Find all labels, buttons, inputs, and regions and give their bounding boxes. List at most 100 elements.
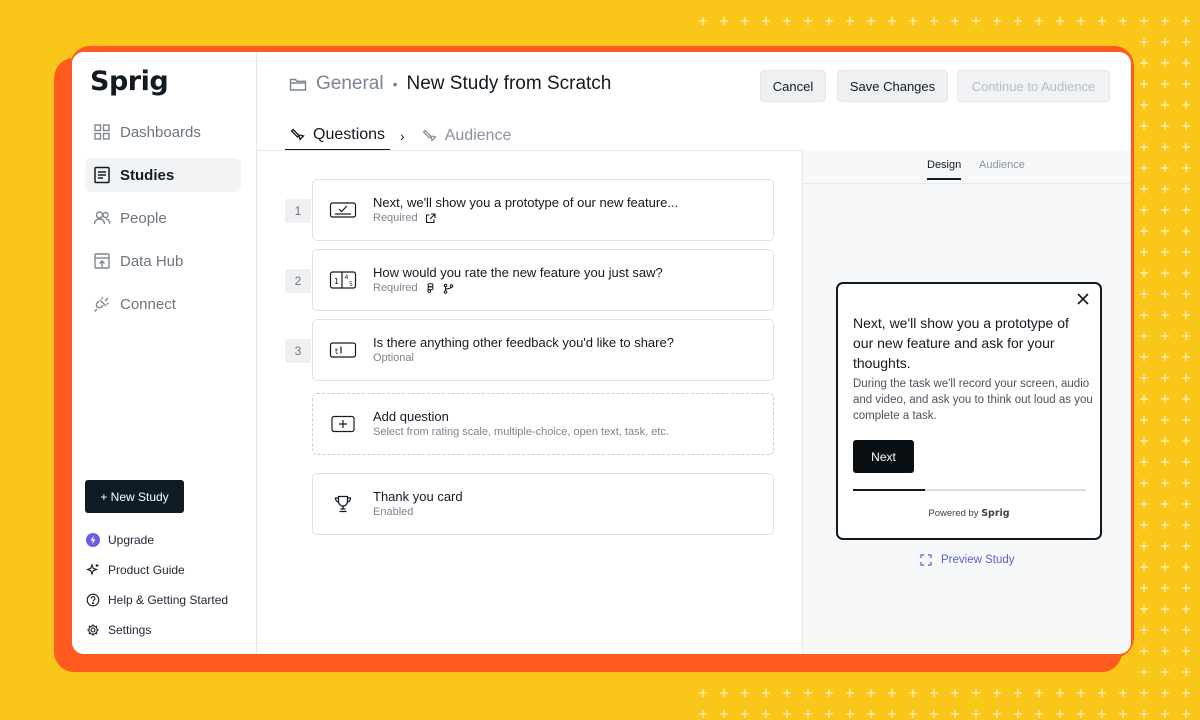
settings-link[interactable]: Settings — [86, 620, 228, 640]
help-link[interactable]: Help & Getting Started — [86, 590, 228, 610]
sidebar-item-connect[interactable]: Connect — [85, 287, 241, 321]
plus-pattern-mark — [1182, 248, 1190, 256]
cancel-button[interactable]: Cancel — [760, 70, 826, 102]
plus-pattern-mark — [1119, 710, 1127, 718]
main-content: General • New Study from Scratch Cancel … — [257, 52, 1131, 654]
plus-pattern-mark — [1119, 17, 1127, 25]
next-button[interactable]: Next — [853, 440, 914, 473]
preview-tabs: Design Audience — [803, 150, 1131, 184]
plus-pattern-mark — [1140, 17, 1148, 25]
plus-pattern-mark — [1077, 17, 1085, 25]
thank-you-subtitle: Enabled — [373, 506, 414, 518]
plus-pattern-mark — [1161, 290, 1169, 298]
tab-design[interactable]: Design — [927, 159, 962, 180]
plus-pattern-mark — [1140, 500, 1148, 508]
plus-pattern-mark — [1056, 710, 1064, 718]
expand-icon — [920, 554, 932, 566]
plus-pattern-mark — [1161, 521, 1169, 529]
sidebar-item-dashboards[interactable]: Dashboards — [85, 115, 241, 149]
plus-pattern-mark — [1161, 17, 1169, 25]
plus-pattern-mark — [1077, 689, 1085, 697]
plus-pattern-mark — [741, 710, 749, 718]
upgrade-link[interactable]: Upgrade — [86, 530, 228, 550]
plus-pattern-mark — [1182, 500, 1190, 508]
plus-pattern-mark — [1161, 185, 1169, 193]
plus-pattern-mark — [888, 17, 896, 25]
plus-pattern-mark — [1140, 395, 1148, 403]
continue-to-audience-button[interactable]: Continue to Audience — [957, 70, 1110, 102]
close-icon[interactable] — [1076, 292, 1090, 306]
preview-panel: Design Audience Next, we'll show you a p… — [802, 150, 1131, 654]
question-row: 2 1 4 5 How would you rate the new featu… — [285, 249, 775, 311]
question-card[interactable]: Next, we'll show you a prototype of our … — [312, 179, 774, 241]
branching-logic-icon — [443, 283, 453, 294]
pencil-icon — [290, 128, 305, 141]
people-icon — [93, 211, 111, 225]
plus-pattern-mark — [1140, 374, 1148, 382]
tab-preview-audience[interactable]: Audience — [979, 159, 1025, 171]
plus-pattern-mark — [1182, 542, 1190, 550]
plus-pattern-mark — [1140, 122, 1148, 130]
plus-pattern-mark — [1182, 227, 1190, 235]
tab-audience[interactable]: Audience — [417, 121, 517, 151]
plus-pattern-mark — [1161, 206, 1169, 214]
page-header: General • New Study from Scratch Cancel … — [257, 52, 1131, 152]
plus-pattern-mark — [1140, 416, 1148, 424]
breadcrumb-separator: • — [392, 76, 398, 92]
plus-pattern-mark — [1140, 101, 1148, 109]
plus-pattern-mark — [1182, 122, 1190, 130]
add-question-button[interactable]: Add question Select from rating scale, m… — [312, 393, 774, 455]
plus-pattern-mark — [1161, 542, 1169, 550]
plus-pattern-mark — [1140, 38, 1148, 46]
svg-text:1: 1 — [334, 277, 339, 286]
new-study-button[interactable]: + New Study — [85, 480, 184, 513]
plus-pattern-mark — [762, 710, 770, 718]
breadcrumb-general[interactable]: General — [316, 73, 384, 95]
plus-pattern-mark — [1035, 689, 1043, 697]
question-card[interactable]: 1 4 5 How would you rate the new feature… — [312, 249, 774, 311]
add-question-row: Add question Select from rating scale, m… — [285, 393, 775, 455]
plus-pattern-mark — [1182, 689, 1190, 697]
tab-questions[interactable]: Questions — [285, 121, 391, 151]
sidebar-item-label: Studies — [120, 166, 175, 184]
plus-pattern-mark — [1014, 17, 1022, 25]
plus-pattern-mark — [1140, 143, 1148, 151]
plus-pattern-mark — [1161, 311, 1169, 319]
question-row: 1 Next, we'll show you a prototype of ou… — [285, 179, 775, 241]
question-optional-label: Optional — [373, 352, 414, 364]
plus-pattern-mark — [1182, 374, 1190, 382]
plus-pattern-mark — [1140, 248, 1148, 256]
plus-pattern-mark — [762, 689, 770, 697]
svg-text:4: 4 — [345, 274, 349, 281]
sidebar-item-label: People — [120, 209, 167, 227]
plus-pattern-mark — [1140, 710, 1148, 718]
plus-pattern-mark — [1182, 395, 1190, 403]
plus-pattern-mark — [888, 710, 896, 718]
plus-pattern-mark — [825, 689, 833, 697]
plus-pattern-mark — [1035, 710, 1043, 718]
sidebar-item-data-hub[interactable]: Data Hub — [85, 244, 241, 278]
product-guide-link[interactable]: Product Guide — [86, 560, 228, 580]
save-changes-button[interactable]: Save Changes — [837, 70, 948, 102]
plus-pattern-mark — [1182, 269, 1190, 277]
sprig-logo[interactable]: Sprig — [90, 66, 169, 97]
plus-pattern-mark — [1182, 143, 1190, 151]
sparkle-icon — [86, 563, 100, 577]
plus-pattern-mark — [1014, 710, 1022, 718]
sidebar-item-studies[interactable]: Studies — [85, 158, 241, 192]
question-card[interactable]: t Is there anything other feedback you'd… — [312, 319, 774, 381]
plus-pattern-mark — [1035, 17, 1043, 25]
preview-study-link[interactable]: Preview Study — [920, 554, 1015, 566]
plus-pattern-mark — [909, 689, 917, 697]
survey-progress-bar — [853, 489, 1086, 491]
data-hub-icon — [94, 253, 110, 269]
plus-pattern-mark — [1161, 458, 1169, 466]
plus-pattern-mark — [1140, 689, 1148, 697]
gear-icon — [86, 623, 100, 637]
sidebar-item-people[interactable]: People — [85, 201, 241, 235]
plus-pattern-mark — [1161, 59, 1169, 67]
external-link-icon[interactable] — [425, 212, 436, 224]
plus-pattern-mark — [741, 689, 749, 697]
question-subtitle: Required — [373, 212, 436, 224]
thank-you-card[interactable]: Thank you card Enabled — [312, 473, 774, 535]
